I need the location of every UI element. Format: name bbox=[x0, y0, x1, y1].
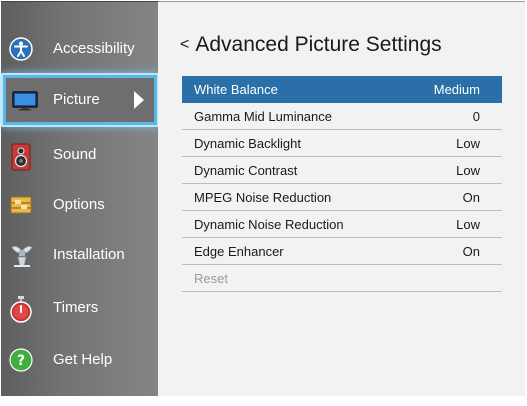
accessibility-icon bbox=[9, 37, 33, 61]
setting-label: White Balance bbox=[194, 82, 278, 97]
page-title: < Advanced Picture Settings bbox=[180, 33, 442, 57]
setting-label: MPEG Noise Reduction bbox=[194, 190, 332, 205]
sidebar-item-sound[interactable]: Sound bbox=[1, 132, 158, 178]
sidebar-item-options[interactable]: Options bbox=[1, 182, 158, 228]
satellite-icon bbox=[9, 243, 33, 267]
reset-label: Reset bbox=[194, 271, 228, 286]
sidebar-item-label: Picture bbox=[53, 91, 100, 108]
setting-value: 0 bbox=[472, 109, 480, 124]
setting-label: Gamma Mid Luminance bbox=[194, 109, 332, 124]
tv-settings-screen: Accessibility Picture Sound Options Inst… bbox=[0, 0, 527, 406]
sidebar-item-label: Sound bbox=[53, 146, 97, 163]
setting-label: Dynamic Noise Reduction bbox=[194, 217, 344, 232]
setting-row-reset[interactable]: Reset bbox=[182, 265, 502, 292]
setting-row-edge-enhancer[interactable]: Edge Enhancer On bbox=[182, 238, 502, 265]
setting-row-gamma-mid-luminance[interactable]: Gamma Mid Luminance 0 bbox=[182, 103, 502, 130]
setting-row-dynamic-noise-reduction[interactable]: Dynamic Noise Reduction Low bbox=[182, 211, 502, 238]
setting-value: On bbox=[462, 190, 480, 205]
sidebar-item-label: Timers bbox=[53, 299, 99, 316]
back-chevron-icon[interactable]: < bbox=[180, 36, 189, 53]
setting-value: Low bbox=[456, 163, 480, 178]
sidebar-item-label: Accessibility bbox=[53, 40, 135, 57]
setting-value: Medium bbox=[433, 82, 480, 97]
options-icon bbox=[9, 193, 33, 217]
bottom-margin bbox=[0, 398, 527, 406]
settings-list: White Balance Medium Gamma Mid Luminance… bbox=[182, 76, 502, 292]
speaker-icon bbox=[9, 143, 33, 171]
help-icon: ? bbox=[9, 348, 33, 372]
picture-icon bbox=[12, 88, 38, 112]
advanced-picture-settings-panel: < Advanced Picture Settings White Balance… bbox=[158, 1, 525, 396]
setting-value: Low bbox=[456, 217, 480, 232]
sidebar-item-installation[interactable]: Installation bbox=[1, 232, 158, 278]
sidebar-item-timers[interactable]: Timers bbox=[1, 285, 158, 331]
setting-label: Edge Enhancer bbox=[194, 244, 284, 259]
setting-value: On bbox=[462, 244, 480, 259]
svg-text:?: ? bbox=[17, 353, 25, 369]
setting-value: Low bbox=[456, 136, 480, 151]
sidebar-item-label: Get Help bbox=[53, 351, 113, 368]
sidebar-item-label: Options bbox=[53, 196, 105, 213]
settings-sidebar: Accessibility Picture Sound Options Inst… bbox=[1, 1, 158, 396]
sidebar-item-label: Installation bbox=[53, 246, 125, 263]
setting-row-white-balance[interactable]: White Balance Medium bbox=[182, 76, 502, 103]
sidebar-item-picture[interactable]: Picture bbox=[3, 75, 157, 125]
chevron-right-icon bbox=[134, 91, 144, 109]
setting-row-dynamic-contrast[interactable]: Dynamic Contrast Low bbox=[182, 157, 502, 184]
timer-icon bbox=[9, 296, 33, 323]
setting-row-dynamic-backlight[interactable]: Dynamic Backlight Low bbox=[182, 130, 502, 157]
sidebar-item-accessibility[interactable]: Accessibility bbox=[1, 26, 158, 72]
sidebar-item-get-help[interactable]: ? Get Help bbox=[1, 337, 158, 383]
panel-title-text: Advanced Picture Settings bbox=[195, 33, 442, 56]
setting-row-mpeg-noise-reduction[interactable]: MPEG Noise Reduction On bbox=[182, 184, 502, 211]
setting-label: Dynamic Backlight bbox=[194, 136, 301, 151]
setting-label: Dynamic Contrast bbox=[194, 163, 298, 178]
